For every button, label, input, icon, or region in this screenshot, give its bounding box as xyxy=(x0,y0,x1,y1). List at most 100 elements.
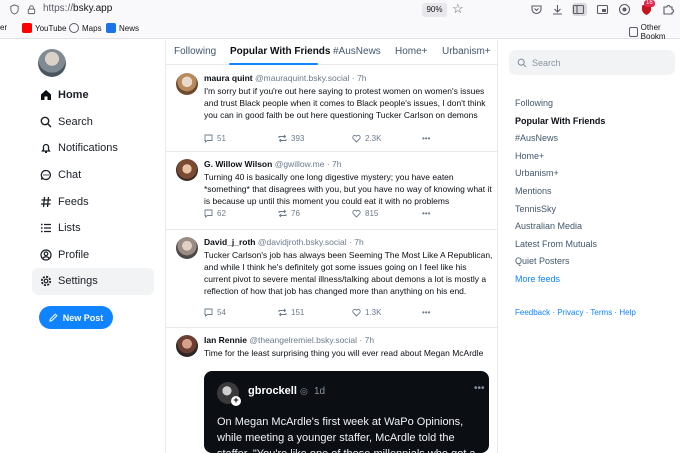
search-icon xyxy=(517,58,527,67)
youtube-icon xyxy=(22,23,32,33)
repost-button[interactable]: 151 xyxy=(278,308,352,317)
nav-settings[interactable]: Settings xyxy=(32,268,154,295)
tab-ausnews[interactable]: #AusNews xyxy=(333,46,381,57)
bookmark-youtube[interactable]: YouTube xyxy=(22,23,66,33)
bookmark-truncated[interactable]: er xyxy=(0,23,7,32)
author-name[interactable]: maura quint xyxy=(204,73,253,83)
more-options-icon[interactable]: ••• xyxy=(474,383,485,394)
avatar[interactable] xyxy=(176,73,198,95)
quoted-author-name[interactable]: gbrockell xyxy=(248,385,297,397)
heart-icon xyxy=(352,134,361,143)
avatar[interactable] xyxy=(176,237,198,259)
follow-plus-icon[interactable]: + xyxy=(231,396,241,406)
post-text: I'm sorry but if you're out here saying … xyxy=(204,86,486,120)
post-text: Time for the least surprising thing you … xyxy=(204,348,484,358)
like-button[interactable]: 1.3K xyxy=(352,308,422,317)
nav-feeds[interactable]: Feeds xyxy=(32,188,154,215)
nav-lists[interactable]: Lists xyxy=(32,215,154,242)
globe-icon xyxy=(69,23,79,33)
reply-button[interactable]: 54 xyxy=(204,308,278,317)
feed-link-latest-from-mutuals[interactable]: Latest From Mutuals xyxy=(515,238,605,256)
pocket-icon[interactable] xyxy=(530,3,543,16)
gear-icon xyxy=(40,275,52,287)
bell-icon xyxy=(40,142,52,154)
reply-button[interactable]: 62 xyxy=(204,209,278,218)
more-feeds-link[interactable]: More feeds xyxy=(515,273,605,291)
extension-badge: 16 xyxy=(644,0,655,7)
more-options-icon[interactable]: ••• xyxy=(422,308,430,317)
tab-home-plus[interactable]: Home+ xyxy=(395,46,428,57)
feed-link-urbanism-plus[interactable]: Urbanism+ xyxy=(515,167,605,185)
author-handle[interactable]: @gwillow.me xyxy=(275,159,325,169)
author-handle[interactable]: @theangelremiel.bsky.social xyxy=(249,335,357,345)
url-field[interactable]: https://bsky.app xyxy=(43,3,112,14)
quoted-post-text: On Megan McArdle's first week at WaPo Op… xyxy=(217,416,476,453)
like-button[interactable]: 2.3K xyxy=(352,134,422,143)
feed-link-ausnews[interactable]: #AusNews xyxy=(515,132,605,150)
avatar[interactable] xyxy=(176,335,198,357)
repost-button[interactable]: 76 xyxy=(278,209,352,218)
feed-link-australian-media[interactable]: Australian Media xyxy=(515,220,605,238)
feed-link-popular-with-friends[interactable]: Popular With Friends xyxy=(515,115,605,133)
author-name[interactable]: Ian Rennie xyxy=(204,335,247,345)
nav-notifications[interactable]: Notifications xyxy=(32,135,154,162)
heart-icon xyxy=(352,308,361,317)
reply-button[interactable]: 51 xyxy=(204,134,278,143)
verified-icon: ◎ xyxy=(300,386,308,396)
feed-post[interactable]: maura quint @mauraquint.bsky.social · 7h… xyxy=(166,66,497,152)
feed-link-tennissky[interactable]: TennisSky xyxy=(515,203,605,221)
post-header: David_j_roth @davidjroth.bsky.social · 7… xyxy=(204,237,364,247)
screenshot-icon[interactable] xyxy=(596,3,609,16)
column-divider xyxy=(497,40,498,453)
bookmark-star-icon[interactable]: ☆ xyxy=(452,2,464,16)
bluesky-app: Home Search Notifications Chat Feeds Lis… xyxy=(0,40,680,453)
quoted-post-time: 1d xyxy=(314,386,326,397)
browser-toolbar: https://bsky.app 90% ☆ 16 xyxy=(0,0,680,20)
author-handle[interactable]: @davidjroth.bsky.social xyxy=(258,237,347,247)
author-name[interactable]: G. Willow Wilson xyxy=(204,159,272,169)
bookmark-news[interactable]: News xyxy=(106,23,139,33)
tab-popular-with-friends[interactable]: Popular With Friends xyxy=(230,46,330,57)
hash-icon xyxy=(40,196,52,208)
reader-view-icon[interactable] xyxy=(572,3,587,16)
post-header: G. Willow Wilson @gwillow.me · 7h xyxy=(204,159,341,169)
like-button[interactable]: 815 xyxy=(352,209,422,218)
extensions-puzzle-icon[interactable] xyxy=(662,3,675,16)
zoom-level[interactable]: 90% xyxy=(422,3,447,17)
quoted-post[interactable]: + gbrockell ◎ 1d ••• On Megan McArdle's … xyxy=(204,371,489,453)
nav-profile[interactable]: Profile xyxy=(32,242,154,269)
feed-post[interactable]: G. Willow Wilson @gwillow.me · 7h Turnin… xyxy=(166,152,497,230)
folder-icon xyxy=(629,27,638,37)
feed-link-mentions[interactable]: Mentions xyxy=(515,185,605,203)
tab-urbanism-plus[interactable]: Urbanism+ xyxy=(442,46,491,57)
feed-link-quiet-posters[interactable]: Quiet Posters xyxy=(515,255,605,273)
more-options-icon[interactable]: ••• xyxy=(422,209,430,218)
nav-search[interactable]: Search xyxy=(32,109,154,136)
post-actions: 54 151 1.3K ••• xyxy=(204,308,430,317)
nav-home[interactable]: Home xyxy=(32,82,154,109)
author-name[interactable]: David_j_roth xyxy=(204,237,256,247)
new-post-button[interactable]: New Post xyxy=(39,306,113,329)
tab-following[interactable]: Following xyxy=(174,46,216,57)
account-icon[interactable] xyxy=(618,3,631,16)
avatar[interactable] xyxy=(38,49,66,77)
feed-post[interactable]: David_j_roth @davidjroth.bsky.social · 7… xyxy=(166,230,497,328)
repost-icon xyxy=(278,134,287,143)
feed-link-home-plus[interactable]: Home+ xyxy=(515,150,605,168)
feed-link-following[interactable]: Following xyxy=(515,97,605,115)
search-input[interactable]: Search xyxy=(509,50,675,75)
feeds-list: Following Popular With Friends #AusNews … xyxy=(515,97,605,291)
other-bookmarks[interactable]: Other Bookm xyxy=(629,23,680,41)
author-handle[interactable]: @mauraquint.bsky.social xyxy=(255,73,349,83)
post-time: · 7h xyxy=(326,159,342,169)
avatar[interactable] xyxy=(176,159,198,181)
search-placeholder: Search xyxy=(532,57,561,68)
download-icon[interactable] xyxy=(551,3,564,16)
shield-icon[interactable] xyxy=(9,4,20,16)
more-options-icon[interactable]: ••• xyxy=(422,134,430,143)
lock-icon[interactable] xyxy=(26,4,37,16)
nav-chat[interactable]: Chat xyxy=(32,162,154,189)
footer-links[interactable]: Feedback · Privacy · Terms · Help xyxy=(515,308,636,317)
bookmark-maps[interactable]: Maps xyxy=(69,23,102,33)
repost-button[interactable]: 393 xyxy=(278,134,352,143)
